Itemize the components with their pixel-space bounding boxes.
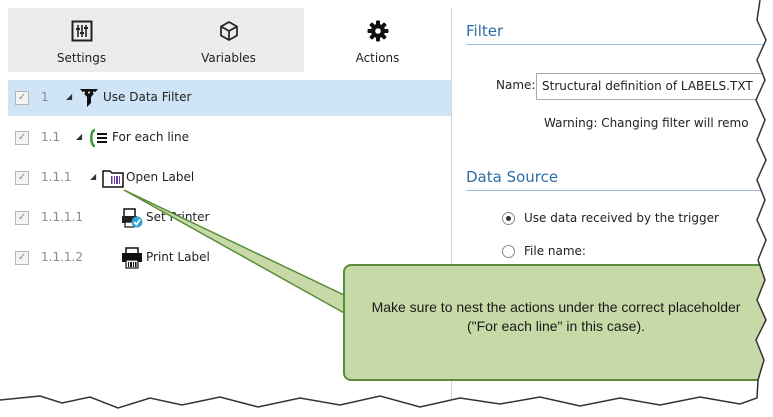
cube-icon [219,21,238,41]
row-label: Open Label [126,170,195,184]
funnel-icon [80,89,98,107]
radio-use-trigger-data-label: Use data received by the trigger [524,211,719,225]
data-source-divider [466,190,766,191]
row-number: 1.1 [41,130,61,144]
row-label: Use Data Filter [103,90,192,104]
tree-row-use-data-filter[interactable]: ✓ 1 ◢ Use Data Filter [8,80,451,116]
filter-heading: Filter [466,22,504,40]
callout-box: Make sure to nest the actions under the … [343,264,769,381]
expand-triangle-icon[interactable]: ◢ [66,92,72,101]
row-checkbox[interactable]: ✓ [15,131,29,145]
tree-row-for-each-line[interactable]: ✓ 1.1 ◢ For each line [8,120,451,156]
gear-icon [367,20,388,42]
tab-settings[interactable]: Settings [8,8,155,72]
row-checkbox[interactable]: ✓ [15,211,29,225]
folder-label-icon [102,170,124,188]
settings-sliders-icon [71,20,92,42]
tree-row-open-label[interactable]: ✓ 1.1.1 ◢ Open Label [8,160,451,196]
screenshot-frame: Settings Variables Actions ✓ 1 ◢ Use Dat… [0,0,773,417]
printer-icon [122,247,142,269]
callout-text: Make sure to nest the actions under the … [371,299,741,334]
radio-file-name[interactable] [502,245,515,258]
tab-bar: Settings Variables Actions [8,8,451,72]
filter-warning: Warning: Changing filter will remo [544,116,749,130]
row-label: Set Printer [146,210,210,224]
name-label: Name: [496,78,536,92]
row-number: 1.1.1.2 [41,250,83,264]
expand-triangle-icon[interactable]: ◢ [90,172,96,181]
data-source-heading: Data Source [466,168,559,186]
radio-use-trigger-data[interactable] [502,212,515,225]
row-number: 1.1.1 [41,170,72,184]
tab-actions[interactable]: Actions [304,8,451,72]
row-number: 1.1.1.1 [41,210,83,224]
set-printer-icon [122,208,143,228]
row-label: Print Label [146,250,210,264]
filter-divider [466,44,766,45]
row-checkbox[interactable]: ✓ [15,171,29,185]
row-label: For each line [112,130,189,144]
radio-file-name-label: File name: [524,244,586,258]
tab-variables-label: Variables [201,51,256,65]
row-number: 1 [41,90,49,104]
row-checkbox[interactable]: ✓ [15,251,29,265]
loop-lines-icon [90,128,107,148]
row-checkbox[interactable]: ✓ [15,91,29,105]
tree-row-set-printer[interactable]: ✓ 1.1.1.1 Set Printer [8,200,451,236]
expand-triangle-icon[interactable]: ◢ [76,132,82,141]
tab-variables[interactable]: Variables [155,8,302,72]
filter-name-field[interactable]: Structural definition of LABELS.TXT [536,73,773,100]
tab-actions-label: Actions [355,51,400,65]
tab-settings-label: Settings [56,51,107,65]
